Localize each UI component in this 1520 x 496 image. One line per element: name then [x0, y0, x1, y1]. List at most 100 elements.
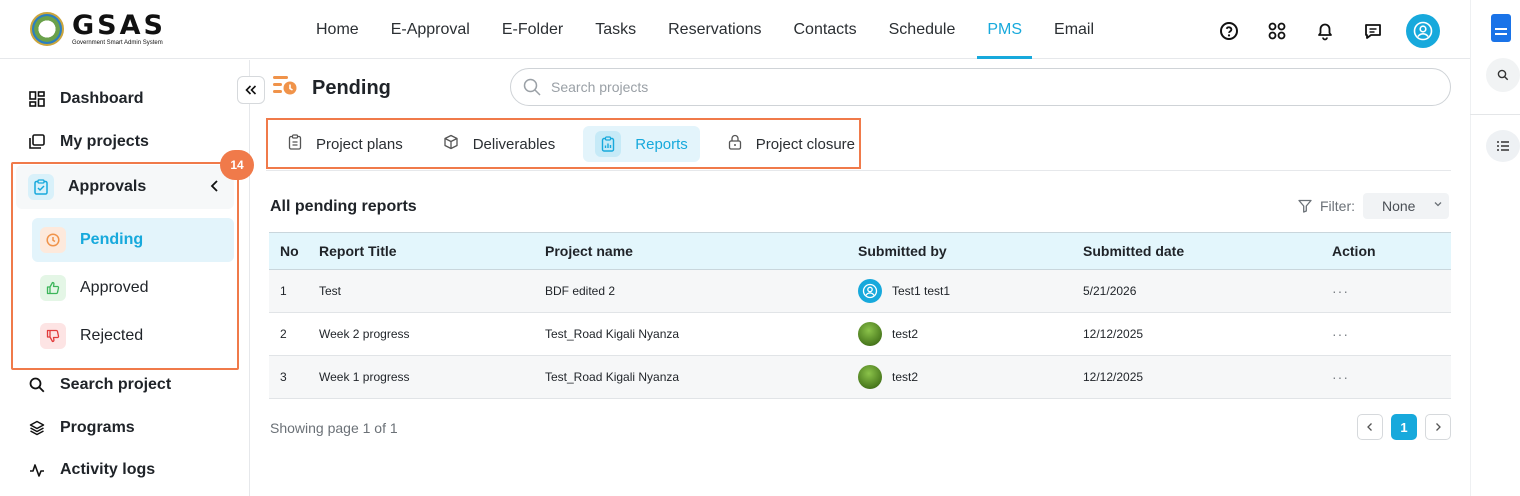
approvals-count-badge: 14 [220, 150, 254, 180]
search-projects-input[interactable] [551, 79, 1431, 95]
filter-selected-value: None [1382, 198, 1416, 214]
search-icon [28, 376, 46, 394]
nav-email[interactable]: Email [1038, 0, 1110, 59]
side-search-icon[interactable] [1486, 58, 1520, 92]
pending-list-icon [272, 74, 298, 102]
report-chart-icon [595, 131, 622, 157]
nav-e-approval[interactable]: E-Approval [375, 0, 486, 59]
sidebar-label-approvals: Approvals [68, 178, 147, 195]
table-row[interactable]: 3 Week 1 progress Test_Road Kigali Nyanz… [269, 355, 1451, 399]
col-header-submitted-date: Submitted date [1083, 232, 1332, 270]
user-avatar[interactable] [1406, 14, 1440, 48]
cell-no: 2 [269, 312, 319, 356]
section-title: All pending reports [270, 198, 417, 215]
sidebar-item-rejected[interactable]: Rejected [32, 314, 234, 358]
page-title-text: Pending [312, 76, 391, 99]
nav-tasks[interactable]: Tasks [579, 0, 652, 59]
tab-label-deliverables: Deliverables [472, 135, 556, 153]
cell-action: ··· [1332, 269, 1451, 313]
sidebar-item-activity-logs[interactable]: Activity logs [28, 461, 155, 479]
user-photo-avatar [858, 365, 882, 389]
sidebar-item-programs[interactable]: Programs [28, 419, 135, 437]
cell-action: ··· [1332, 355, 1451, 399]
filter-icon [1298, 199, 1312, 213]
thumbs-down-icon [40, 323, 66, 349]
search-projects-bar[interactable] [510, 68, 1451, 106]
sidebar-item-approved[interactable]: Approved [32, 266, 234, 310]
more-actions-icon[interactable]: ··· [1332, 283, 1349, 299]
gsas-logo[interactable]: GSAS Government Smart Admin System [30, 12, 166, 46]
google-docs-icon[interactable] [1491, 14, 1511, 42]
sidebar-item-dashboard[interactable]: Dashboard [28, 90, 144, 108]
more-actions-icon[interactable]: ··· [1332, 326, 1349, 342]
sidebar-label-rejected: Rejected [80, 327, 144, 344]
top-bar: GSAS Government Smart Admin System Home … [0, 0, 1470, 59]
chevron-left-icon[interactable] [210, 179, 220, 197]
nav-contacts[interactable]: Contacts [777, 0, 872, 59]
sidebar-item-pending[interactable]: Pending [32, 218, 234, 262]
sidebar-item-search-project[interactable]: Search project [28, 376, 171, 394]
prev-page-button[interactable] [1357, 414, 1383, 440]
folders-icon [28, 133, 46, 151]
double-chevron-left-icon [245, 85, 257, 95]
tab-label-project-plans: Project plans [316, 135, 403, 153]
user-avatar-icon [858, 279, 882, 303]
main-nav: Home E-Approval E-Folder Tasks Reservati… [300, 0, 1110, 59]
tab-deliverables[interactable]: Deliverables [431, 126, 568, 162]
filter-label: Filter: [1320, 198, 1355, 214]
submitter-name: test2 [892, 327, 919, 341]
cell-project-name: BDF edited 2 [545, 269, 858, 313]
filter-control: Filter: None [1298, 193, 1449, 219]
logo-brand: GSAS [72, 10, 166, 41]
sidebar-label-pending: Pending [80, 231, 144, 248]
cell-project-name: Test_Road Kigali Nyanza [545, 355, 858, 399]
chevron-down-icon [1434, 202, 1442, 207]
help-icon[interactable] [1214, 16, 1244, 46]
sidebar-label-approved: Approved [80, 279, 149, 296]
sidebar-item-my-projects[interactable]: My projects [28, 133, 149, 151]
sidebar-label-dashboard: Dashboard [60, 90, 144, 107]
cell-report-title: Test [319, 269, 545, 313]
nav-schedule[interactable]: Schedule [873, 0, 972, 59]
cell-project-name: Test_Road Kigali Nyanza [545, 312, 858, 356]
table-row[interactable]: 1 Test BDF edited 2 Test1 test1 5/21/202… [269, 269, 1451, 313]
nav-e-folder[interactable]: E-Folder [486, 0, 579, 59]
submitter-name: test2 [892, 370, 919, 384]
col-header-action: Action [1332, 232, 1451, 270]
tab-project-plans[interactable]: Project plans [276, 126, 415, 162]
collapse-sidebar-button[interactable] [237, 76, 265, 104]
cell-action: ··· [1332, 312, 1451, 356]
sidebar-item-approvals[interactable]: Approvals [16, 165, 234, 209]
chevron-left-icon [1367, 423, 1372, 431]
search-icon [523, 78, 541, 96]
col-header-no: No [269, 232, 319, 270]
chat-icon[interactable] [1358, 16, 1388, 46]
tab-reports[interactable]: Reports [583, 126, 700, 162]
cell-report-title: Week 1 progress [319, 355, 545, 399]
dashboard-icon [28, 90, 46, 108]
cell-no: 1 [269, 269, 319, 313]
apps-grid-icon[interactable] [1262, 16, 1292, 46]
table-row[interactable]: 2 Week 2 progress Test_Road Kigali Nyanz… [269, 312, 1451, 356]
bell-icon[interactable] [1310, 16, 1340, 46]
next-page-button[interactable] [1425, 414, 1451, 440]
col-header-submitted-by: Submitted by [858, 232, 1083, 270]
thumbs-up-icon [40, 275, 66, 301]
more-actions-icon[interactable]: ··· [1332, 369, 1349, 385]
sidebar-label-programs: Programs [60, 419, 135, 436]
cell-submitted-by: test2 [858, 355, 1083, 399]
cell-report-title: Week 2 progress [319, 312, 545, 356]
rwanda-seal-icon [30, 12, 64, 46]
table-header-row: No Report Title Project name Submitted b… [269, 232, 1451, 270]
tab-label-reports: Reports [635, 135, 688, 153]
page-1-button[interactable]: 1 [1391, 414, 1417, 440]
tab-project-closure[interactable]: Project closure [716, 126, 867, 162]
cell-submitted-by: test2 [858, 312, 1083, 356]
cell-submitted-date: 12/12/2025 [1083, 355, 1332, 399]
side-list-icon[interactable] [1486, 130, 1520, 162]
nav-reservations[interactable]: Reservations [652, 0, 777, 59]
page-title: Pending [272, 74, 391, 102]
nav-pms[interactable]: PMS [971, 0, 1038, 59]
nav-home[interactable]: Home [300, 0, 375, 59]
filter-select[interactable]: None [1363, 193, 1449, 219]
